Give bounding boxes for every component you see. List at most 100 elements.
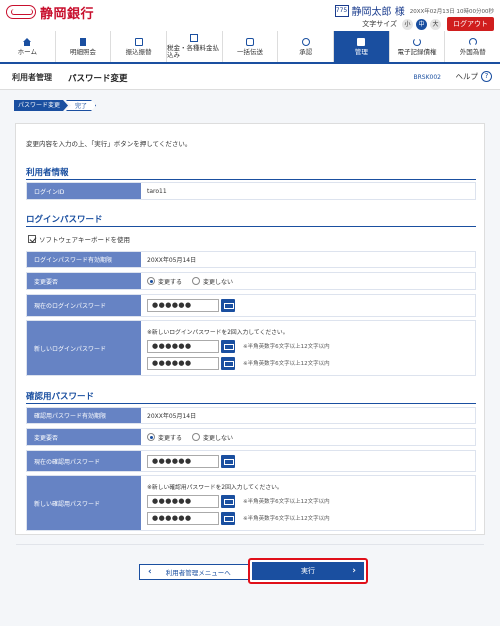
current-confirm-password-input[interactable]: ●●●●●● <box>147 454 219 468</box>
radio-label: 変更しない <box>203 278 234 286</box>
login-change-yes-radio[interactable]: 変更する <box>147 277 182 286</box>
radio-unselected-icon[interactable] <box>192 277 201 285</box>
password-format-hint: ※半角英数字6文字以上12文字以内 <box>243 516 330 522</box>
confirm-password-expiry-row: 確認用パスワード有効期限 20XX年05月14日 <box>26 407 476 424</box>
section-divider <box>26 179 476 180</box>
new-confirm-password-input[interactable]: ●●●●●● <box>147 494 219 508</box>
software-keyboard-label: ソフトウェアキーボードを使用 <box>39 236 130 244</box>
password-format-hint: ※半角英数字6文字以上12文字以内 <box>243 361 330 367</box>
nav-item-electronic-claims[interactable]: 電子記録債権 <box>390 31 446 62</box>
nav-item-label: ホーム <box>17 47 37 56</box>
radio-selected-icon[interactable] <box>147 433 155 441</box>
radio-label: 変更する <box>158 278 183 286</box>
cycle-icon <box>413 37 422 46</box>
transfer-icon <box>134 37 143 46</box>
section-divider <box>26 226 476 227</box>
page-header: 利用者管理 パスワード変更 BRSK002 ヘルプ ? <box>0 66 500 90</box>
instruction-text: 変更内容を入力の上、「実行」ボタンを押してください。 <box>26 140 192 148</box>
bulk-icon <box>246 37 255 46</box>
nav-item-label: 明細照会 <box>70 47 96 56</box>
login-id-label: ログインID <box>27 183 141 199</box>
font-size-label: 文字サイズ <box>362 20 397 28</box>
new-confirm-password-row: 新しい確認用パスワード ※新しい確認用パスワードを2回入力してください。 ●●●… <box>26 475 476 531</box>
confirm-password-change-label: 変更要否 <box>27 429 141 445</box>
back-to-admin-menu-button[interactable]: ‹ 利用者管理メニューへ <box>139 564 250 580</box>
nav-item-label: 一括伝送 <box>237 47 264 56</box>
help-icon: ? <box>481 71 492 82</box>
new-confirm-password-label: 新しい確認用パスワード <box>27 476 141 530</box>
step-complete: 完了 <box>66 100 96 111</box>
keyboard-icon[interactable] <box>221 454 235 468</box>
progress-steps: パスワード変更 完了 <box>14 100 96 111</box>
keyboard-icon[interactable] <box>221 494 235 508</box>
nav-item-label: 承認 <box>299 47 313 56</box>
font-size-switcher: 文字サイズ 小 中 大 ログアウト <box>362 17 494 31</box>
radio-unselected-icon[interactable] <box>192 433 201 441</box>
confirm-change-yes-radio[interactable]: 変更する <box>147 433 182 442</box>
nav-item-tax-payment[interactable]: 税金・各種料金払込み <box>167 31 223 62</box>
execute-button[interactable]: 実行 › <box>252 562 364 580</box>
login-id-value: taro11 <box>141 183 475 199</box>
approve-icon <box>301 37 310 46</box>
section-title-confirm-password: 確認用パスワード <box>26 392 95 402</box>
font-size-medium-button[interactable]: 中 <box>416 18 427 30</box>
new-login-password-label: 新しいログインパスワード <box>27 321 141 375</box>
new-login-password-input[interactable]: ●●●●●● <box>147 339 219 353</box>
radio-selected-icon[interactable] <box>147 277 155 285</box>
page-category: 利用者管理 <box>12 73 52 82</box>
login-time: 20XX年02月13日 10時00分00秒 <box>409 8 494 15</box>
back-button-label: 利用者管理メニューへ <box>165 569 231 577</box>
nav-item-statements[interactable]: 明細照会 <box>56 31 112 62</box>
current-login-password-input[interactable]: ●●●●●● <box>147 299 219 312</box>
new-confirm-password-confirm-input[interactable]: ●●●●●● <box>147 511 219 525</box>
nav-item-label: 管理 <box>354 47 368 56</box>
home-icon <box>23 37 32 46</box>
nav-item-bulk-transmission[interactable]: 一括伝送 <box>223 31 279 62</box>
user-badge: 775 <box>334 4 349 17</box>
password-format-hint: ※半角英数字6文字以上12文字以内 <box>243 499 330 505</box>
nav-item-admin[interactable]: 管理 <box>334 31 390 62</box>
current-login-password-label: 現在のログインパスワード <box>27 295 141 316</box>
chevron-right-icon: › <box>352 566 356 576</box>
font-size-large-button[interactable]: 大 <box>430 18 441 30</box>
footer-divider <box>16 544 484 545</box>
login-password-expiry-label: ログインパスワード有効期限 <box>27 252 141 267</box>
keyboard-icon[interactable] <box>221 339 235 353</box>
dollar-icon <box>468 37 477 46</box>
confirm-password-change-row: 変更要否 変更する 変更しない <box>26 428 476 446</box>
bank-name: 静岡銀行 <box>40 6 95 22</box>
login-change-no-radio[interactable]: 変更しない <box>192 277 233 286</box>
login-password-change-label: 変更要否 <box>27 273 141 289</box>
bill-icon <box>190 34 199 42</box>
nav-item-approval[interactable]: 承認 <box>278 31 335 62</box>
new-login-password-confirm-input[interactable]: ●●●●●● <box>147 356 219 370</box>
radio-label: 変更しない <box>203 434 234 442</box>
bank-logo-mark-icon <box>6 5 36 19</box>
chevron-left-icon: ‹ <box>148 567 152 577</box>
global-nav: ホーム 明細照会 振込振替 税金・各種料金払込み 一括伝送 承認 管理 電子記録… <box>0 31 500 64</box>
screen-id: BRSK002 <box>413 74 441 81</box>
keyboard-icon[interactable] <box>221 299 235 312</box>
keyboard-icon[interactable] <box>221 511 235 525</box>
section-title-user-info: 利用者情報 <box>26 168 69 178</box>
nav-item-label: 電子記録債権 <box>397 47 437 56</box>
help-link[interactable]: ヘルプ ? <box>455 71 492 82</box>
help-label: ヘルプ <box>455 72 479 81</box>
keyboard-icon[interactable] <box>221 356 235 370</box>
step-password-change: パスワード変更 <box>14 100 68 111</box>
logout-button[interactable]: ログアウト <box>447 17 494 31</box>
user-name: 静岡太郎 様 <box>351 7 405 18</box>
radio-label: 変更する <box>158 434 183 442</box>
execute-button-highlight: 実行 › <box>248 558 368 584</box>
font-size-small-button[interactable]: 小 <box>402 18 413 30</box>
nav-item-foreign-exchange[interactable]: 外国為替 <box>445 31 500 62</box>
confirm-change-no-radio[interactable]: 変更しない <box>192 433 233 442</box>
user-area: 775 静岡太郎 様 20XX年02月13日 10時00分00秒 <box>334 3 494 18</box>
checkbox-checked-icon[interactable] <box>28 235 36 243</box>
confirm-password-expiry-label: 確認用パスワード有効期限 <box>27 408 141 423</box>
nav-item-home[interactable]: ホーム <box>0 31 56 62</box>
new-confirm-password-note: ※新しい確認用パスワードを2回入力してください。 <box>147 484 283 491</box>
software-keyboard-checkbox[interactable]: ソフトウェアキーボードを使用 <box>28 234 130 244</box>
nav-item-transfer[interactable]: 振込振替 <box>111 31 168 62</box>
bank-logo[interactable]: 静岡銀行 <box>6 4 95 22</box>
